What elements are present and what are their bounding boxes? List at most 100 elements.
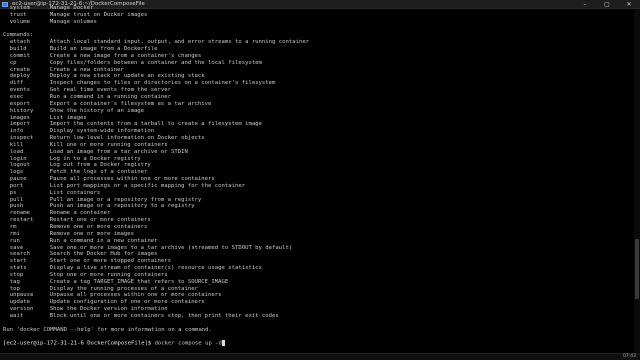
command-row: stats Display a live stream of container(… xyxy=(3,265,631,272)
command-description: Show the Docker version information xyxy=(49,306,168,313)
command-row: tag Create a tag TARGET_IMAGE that refers… xyxy=(3,279,631,286)
command-row: rename Rename a container xyxy=(3,210,631,217)
command-name: system xyxy=(9,5,30,11)
command-name: commit xyxy=(9,52,30,59)
command-name: trust xyxy=(9,11,27,18)
command-name: tag xyxy=(9,278,20,285)
command-row: search Search the Docker Hub for images xyxy=(3,251,631,258)
command-name: cp xyxy=(9,59,17,66)
command-row: push Push an image or a repository to a r… xyxy=(3,203,631,210)
commands-header: Commands: xyxy=(3,32,34,39)
command-description: Update configuration of one or more cont… xyxy=(49,299,205,306)
command-row: run Run a command in a new container xyxy=(3,238,631,245)
command-input[interactable]: docker compose up -d xyxy=(155,341,222,347)
command-row: save Save one or more images to a tar arc… xyxy=(3,245,631,252)
scrollbar-thumb[interactable] xyxy=(635,239,639,299)
command-row: attach Attach local standard input, outpu… xyxy=(3,39,631,46)
management-command-row: volume Manage volumes xyxy=(3,19,631,26)
scrollbar[interactable] xyxy=(634,9,640,352)
shell-prompt: [ec2-user@ip-172-31-21-6 DockerComposeFi… xyxy=(3,340,152,347)
command-description: List containers xyxy=(49,189,101,196)
command-description: Search the Docker Hub for images xyxy=(49,251,158,258)
command-description: Stop one or more running containers xyxy=(49,271,168,278)
command-description: Load an image from a tar archive or STDI… xyxy=(49,148,188,155)
command-name: pause xyxy=(9,176,27,183)
command-row: info Display system-wide information xyxy=(3,128,631,135)
command-description: Create a tag TARGET_IMAGE that refers to… xyxy=(49,278,229,285)
command-description: Remove one or more containers xyxy=(49,224,148,230)
management-command-row: trust Manage trust on Docker images xyxy=(3,12,631,19)
command-name: kill xyxy=(9,141,24,148)
command-row: restart Restart one or more containers xyxy=(3,217,631,224)
command-description: Attach local standard input, output, and… xyxy=(49,39,310,46)
command-description: Inspect changes to files or directories … xyxy=(49,80,276,87)
command-description: Display system-wide information xyxy=(49,128,155,135)
command-description: Run a command in a running container xyxy=(49,93,171,100)
command-description: Display the running processes of a conta… xyxy=(49,285,198,292)
command-row: top Display the running processes of a co… xyxy=(3,286,631,293)
command-row: update Update configuration of one or mor… xyxy=(3,299,631,306)
command-name: load xyxy=(9,148,24,155)
command-name: version xyxy=(9,306,34,313)
command-row: pull Pull an image or a repository from a… xyxy=(3,197,631,204)
command-row: exec Run a command in a running container xyxy=(3,94,631,101)
prompt-line[interactable]: [ec2-user@ip-172-31-21-6 DockerComposeFi… xyxy=(3,340,631,347)
command-description: Remove one or more images xyxy=(49,230,134,237)
command-name: wait xyxy=(9,312,24,319)
command-description: Manage Docker xyxy=(49,5,94,11)
command-description: Create a new image from a container's ch… xyxy=(49,52,202,59)
command-name: top xyxy=(9,285,20,292)
command-row: import Import the contents from a tarball… xyxy=(3,121,631,128)
command-description: Log in to a Docker registry xyxy=(49,155,141,162)
command-row: cp Copy files/folders between a container… xyxy=(3,60,631,67)
command-name: port xyxy=(9,182,24,189)
command-row: version Show the Docker version informati… xyxy=(3,306,631,313)
command-name: run xyxy=(9,237,20,244)
command-description: Kill one or more running containers xyxy=(49,141,168,148)
command-description: Log out from a Docker registry xyxy=(49,162,151,169)
command-description: Manage volumes xyxy=(49,18,97,25)
command-row: kill Kill one or more running containers xyxy=(3,142,631,149)
command-description: Display a live stream of container(s) re… xyxy=(49,265,262,272)
help-line: Run 'docker COMMAND --help' for more inf… xyxy=(3,326,212,333)
command-description: Unpause all processes within one or more… xyxy=(49,292,222,299)
command-name: stop xyxy=(9,271,24,278)
command-row: create Create a new container xyxy=(3,67,631,74)
command-row: login Log in to a Docker registry xyxy=(3,156,631,163)
command-name: volume xyxy=(9,18,30,25)
command-row: pause Pause all processes within one or m… xyxy=(3,176,631,183)
command-name: exec xyxy=(9,93,24,100)
management-command-row: system Manage Docker xyxy=(3,5,631,12)
command-description: Create a new container xyxy=(49,66,124,73)
command-row: ps List containers xyxy=(3,190,631,197)
command-row: images List images xyxy=(3,115,631,122)
command-name: rmi xyxy=(9,230,20,237)
command-row: rm Remove one or more containers xyxy=(3,224,631,231)
command-description: Fetch the logs of a container xyxy=(49,169,148,176)
command-name: inspect xyxy=(9,135,34,142)
command-row: stop Stop one or more running containers xyxy=(3,272,631,279)
command-name: stats xyxy=(9,265,27,272)
taskbar: 07:43 xyxy=(0,353,640,360)
terminal-output[interactable]: system Manage Docker trust Manage trust on… xyxy=(3,5,631,357)
command-description: Rename a container xyxy=(49,210,111,217)
command-row: diff Inspect changes to files or director… xyxy=(3,80,631,87)
command-name: save xyxy=(9,244,24,251)
command-name: build xyxy=(9,46,27,53)
command-row: load Load an image from a tar archive or … xyxy=(3,149,631,156)
command-name: images xyxy=(9,114,30,121)
command-name: info xyxy=(9,128,24,135)
command-row: history Show the history of an image xyxy=(3,108,631,115)
command-name: rm xyxy=(9,224,17,230)
command-name: logs xyxy=(9,169,24,176)
command-row: build Build an image from a Dockerfile xyxy=(3,46,631,53)
command-row: commit Create a new image from a containe… xyxy=(3,53,631,60)
command-description: Pause all processes within one or more c… xyxy=(49,176,215,183)
command-description: Build an image from a Dockerfile xyxy=(49,46,158,53)
command-name: import xyxy=(9,121,30,128)
command-description: Start one or more stopped containers xyxy=(49,258,171,265)
command-name: deploy xyxy=(9,73,30,80)
command-name: attach xyxy=(9,39,30,46)
command-row: inspect Return low-level information on D… xyxy=(3,135,631,142)
